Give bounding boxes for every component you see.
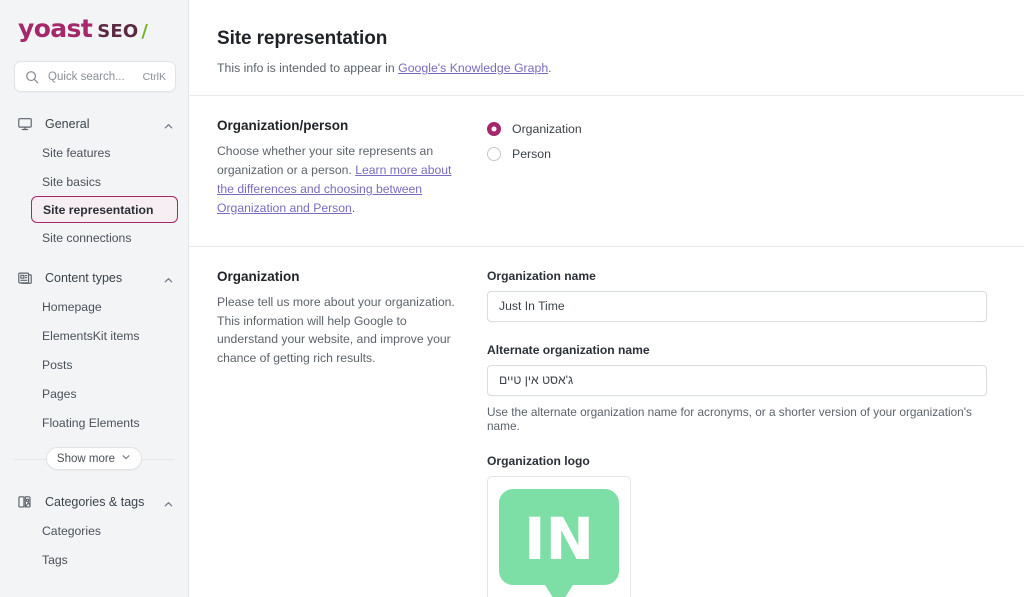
show-more-label: Show more (57, 453, 115, 465)
search-shortcut: CtrlK (143, 71, 166, 83)
main-content: Site representation This info is intende… (189, 0, 1024, 597)
organization-description-column: Organization Please tell us more about y… (217, 269, 475, 597)
sidebar-group-general[interactable]: General (0, 110, 188, 138)
brand-name-secondary: SEO (97, 23, 138, 41)
org-person-options-column: Organization Person (475, 118, 987, 218)
chevron-up-icon[interactable] (163, 119, 174, 130)
brand-slash: / (141, 23, 148, 41)
sidebar-group-label: Categories & tags (45, 495, 163, 509)
organization-fields-column: Organization name Alternate organization… (475, 269, 987, 597)
organization-description: Please tell us more about your organizat… (217, 293, 457, 369)
show-more-row: Show more (0, 447, 188, 470)
sidebar-item-site-connections[interactable]: Site connections (0, 223, 188, 252)
sidebar-nav: General Site features Site basics Site r… (0, 110, 188, 574)
sidebar-group-label: General (45, 117, 163, 131)
field-organization-logo: Organization logo IN (487, 454, 987, 597)
organization-title: Organization (217, 269, 457, 284)
org-person-title: Organization/person (217, 118, 457, 133)
radio-person-indicator[interactable] (487, 147, 501, 161)
knowledge-graph-link[interactable]: Google's Knowledge Graph (398, 61, 548, 75)
org-person-desc-suffix: . (352, 201, 355, 215)
org-person-description-column: Organization/person Choose whether your … (217, 118, 475, 218)
sidebar-group-content-types[interactable]: Content types (0, 264, 188, 292)
show-more-button[interactable]: Show more (46, 447, 142, 470)
brand-logo[interactable]: yoast SEO / (0, 0, 188, 48)
sidebar: yoast SEO / Quick search... CtrlK (0, 0, 189, 597)
page-header: Site representation This info is intende… (189, 0, 1024, 96)
page-subtitle-suffix: . (548, 61, 551, 75)
chevron-up-icon[interactable] (163, 273, 174, 284)
sidebar-item-categories[interactable]: Categories (0, 516, 188, 545)
sidebar-item-site-representation[interactable]: Site representation (31, 196, 178, 223)
search-placeholder: Quick search... (48, 71, 143, 83)
radio-organization-indicator[interactable] (487, 122, 501, 136)
organization-name-label: Organization name (487, 269, 987, 283)
sidebar-item-posts[interactable]: Posts (0, 350, 188, 379)
sidebar-group-label: Content types (45, 271, 163, 285)
alternate-organization-name-input[interactable] (487, 365, 987, 396)
sidebar-item-tags[interactable]: Tags (0, 545, 188, 574)
sidebar-item-pages[interactable]: Pages (0, 379, 188, 408)
radio-person-label: Person (512, 147, 551, 161)
page-subtitle-prefix: This info is intended to appear in (217, 61, 398, 75)
monitor-icon (16, 116, 33, 133)
sidebar-item-homepage[interactable]: Homepage (0, 292, 188, 321)
document-icon (16, 270, 33, 287)
organization-logo-image: IN (498, 485, 620, 597)
organization-person-section: Organization/person Choose whether your … (189, 96, 1024, 247)
brand-name-primary: yoast (18, 16, 92, 41)
chevron-down-icon (121, 452, 131, 465)
organization-name-input[interactable] (487, 291, 987, 322)
tag-icon (16, 494, 33, 511)
search-input[interactable]: Quick search... CtrlK (14, 61, 176, 92)
radio-option-organization[interactable]: Organization (487, 118, 987, 140)
organization-section: Organization Please tell us more about y… (189, 247, 1024, 597)
app-root: yoast SEO / Quick search... CtrlK (0, 0, 1024, 597)
sidebar-item-site-basics[interactable]: Site basics (0, 167, 188, 196)
organization-logo-text: IN (524, 505, 594, 573)
page-title: Site representation (217, 28, 994, 50)
sidebar-group-categories-tags[interactable]: Categories & tags (0, 488, 188, 516)
alternate-organization-name-label: Alternate organization name (487, 343, 987, 357)
sidebar-item-elementskit-items[interactable]: ElementsKit items (0, 321, 188, 350)
organization-logo-preview[interactable]: IN (487, 476, 631, 597)
chevron-up-icon[interactable] (163, 497, 174, 508)
field-organization-name: Organization name (487, 269, 987, 322)
sidebar-sublist-categories-tags: Categories Tags (0, 516, 188, 574)
sidebar-item-floating-elements[interactable]: Floating Elements (0, 408, 188, 437)
search-icon (25, 70, 39, 84)
radio-option-person[interactable]: Person (487, 143, 987, 165)
org-person-description: Choose whether your site represents an o… (217, 142, 457, 218)
radio-organization-label: Organization (512, 122, 582, 136)
page-subtitle: This info is intended to appear in Googl… (217, 61, 994, 75)
sidebar-sublist-general: Site features Site basics Site represent… (0, 138, 188, 252)
sidebar-item-site-features[interactable]: Site features (0, 138, 188, 167)
sidebar-sublist-content-types: Homepage ElementsKit items Posts Pages F… (0, 292, 188, 437)
alternate-organization-name-hint: Use the alternate organization name for … (487, 405, 987, 433)
organization-logo-label: Organization logo (487, 454, 987, 468)
field-alternate-organization-name: Alternate organization name Use the alte… (487, 343, 987, 433)
